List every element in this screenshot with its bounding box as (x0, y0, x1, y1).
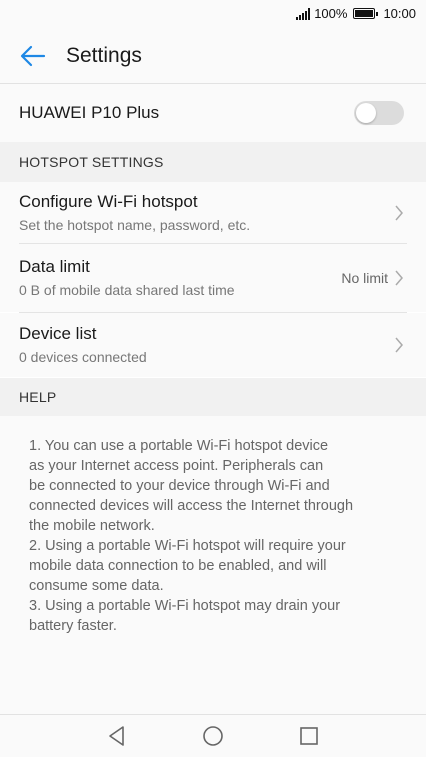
back-button[interactable] (8, 28, 58, 84)
app-bar: Settings (0, 28, 426, 84)
section-header-help: HELP (0, 378, 426, 416)
hotspot-name-label: HUAWEI P10 Plus (19, 103, 160, 122)
battery-percent: 100% (314, 6, 348, 21)
help-line: consume some data. (29, 578, 164, 594)
nav-back-button[interactable] (104, 723, 130, 749)
page-title: Settings (66, 43, 142, 67)
battery-icon (353, 8, 379, 19)
help-line: mobile data connection to be enabled, an… (29, 558, 327, 574)
data-limit-item[interactable]: Data limit 0 B of mobile data shared las… (0, 244, 426, 312)
device-list-title: Device list (19, 324, 97, 343)
help-line: the mobile network. (29, 518, 155, 534)
navigation-bar (0, 714, 426, 757)
help-line: 1. You can use a portable Wi-Fi hotspot … (29, 438, 329, 454)
configure-hotspot-item[interactable]: Configure Wi-Fi hotspot Set the hotspot … (0, 182, 426, 244)
help-line: battery faster. (29, 618, 117, 634)
section-header-hotspot-settings: HOTSPOT SETTINGS (0, 142, 426, 182)
status-indicators: 100% 10:00 (296, 6, 416, 21)
help-line: connected devices will access the Intern… (29, 498, 354, 514)
square-recent-icon (300, 727, 318, 745)
device-list-subtitle: 0 devices connected (19, 349, 147, 365)
arrow-left-icon (20, 45, 46, 66)
nav-recent-button[interactable] (296, 723, 322, 749)
chevron-right-icon (395, 337, 403, 353)
help-line: 3. Using a portable Wi-Fi hotspot may dr… (29, 598, 341, 614)
help-line: as your Internet access point. Periphera… (29, 458, 324, 474)
nav-home-button[interactable] (200, 723, 226, 749)
chevron-right-icon (395, 205, 403, 221)
status-bar: 100% 10:00 (0, 0, 426, 28)
configure-hotspot-subtitle: Set the hotspot name, password, etc. (19, 217, 251, 233)
configure-hotspot-title: Configure Wi-Fi hotspot (19, 192, 198, 211)
toggle-knob (356, 103, 376, 123)
clock: 10:00 (383, 6, 416, 21)
triangle-back-icon (109, 726, 124, 746)
help-line: 2. Using a portable Wi-Fi hotspot will r… (29, 538, 346, 554)
device-list-item[interactable]: Device list 0 devices connected (0, 313, 426, 377)
hotspot-toggle[interactable] (354, 101, 404, 125)
help-text: 1. You can use a portable Wi-Fi hotspot … (0, 416, 426, 714)
hotspot-toggle-row[interactable]: HUAWEI P10 Plus (0, 84, 426, 142)
chevron-right-icon (395, 270, 403, 286)
data-limit-value: No limit (341, 270, 388, 286)
signal-icon (296, 7, 311, 20)
circle-home-icon (203, 726, 223, 746)
data-limit-title: Data limit (19, 257, 90, 276)
help-line: be connected to your device through Wi-F… (29, 478, 330, 494)
data-limit-subtitle: 0 B of mobile data shared last time (19, 282, 235, 298)
